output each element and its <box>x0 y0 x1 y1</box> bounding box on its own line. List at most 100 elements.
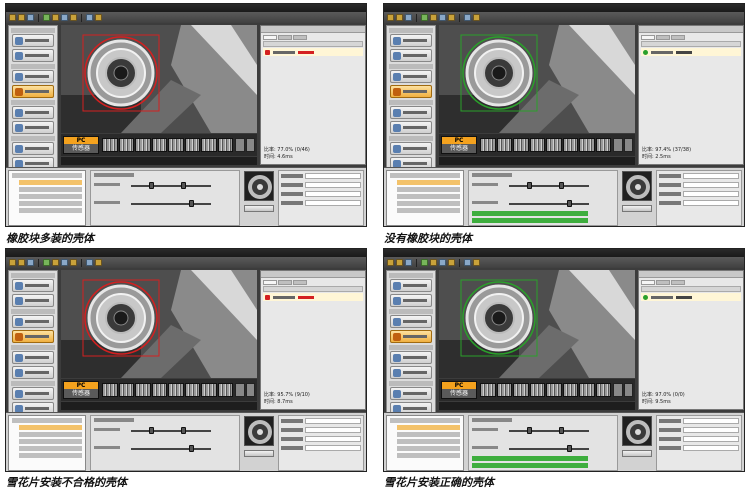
slider-knob[interactable] <box>189 445 194 452</box>
sidebar-item-image-setup[interactable] <box>390 49 432 62</box>
prev-button[interactable] <box>613 383 623 397</box>
zoom-icon[interactable] <box>61 14 68 21</box>
thumbnail[interactable] <box>546 138 562 152</box>
tree-item[interactable] <box>19 425 82 430</box>
tree-item[interactable] <box>397 446 460 451</box>
save-icon[interactable] <box>18 259 25 266</box>
result-row[interactable] <box>263 48 363 56</box>
tab-tools[interactable] <box>656 35 670 40</box>
property-input[interactable] <box>683 173 739 179</box>
thumbnail[interactable] <box>546 383 562 397</box>
property-input[interactable] <box>305 200 361 206</box>
tree-item[interactable] <box>397 432 460 437</box>
tab-tools[interactable] <box>278 280 292 285</box>
property-input[interactable] <box>683 191 739 197</box>
sidebar-item-inspect[interactable] <box>390 330 432 343</box>
tree-item[interactable] <box>19 208 82 213</box>
slider-knob[interactable] <box>567 445 572 452</box>
tab-tools[interactable] <box>278 35 292 40</box>
image-icon[interactable] <box>70 259 77 266</box>
image-icon[interactable] <box>448 14 455 21</box>
tab-results[interactable] <box>263 280 277 285</box>
tree-item[interactable] <box>397 194 460 199</box>
thumbnail[interactable] <box>496 138 512 152</box>
thumbnail[interactable] <box>579 138 595 152</box>
sidebar-item-io[interactable] <box>390 106 432 119</box>
run-icon[interactable] <box>421 259 428 266</box>
result-row[interactable] <box>641 48 741 56</box>
grid-icon[interactable] <box>86 14 93 21</box>
tree-item[interactable] <box>19 432 82 437</box>
thumbnail[interactable] <box>102 383 118 397</box>
tree-item[interactable] <box>12 173 82 178</box>
thumbnail[interactable] <box>118 383 134 397</box>
slider-knob[interactable] <box>527 427 532 434</box>
settings-icon[interactable] <box>27 259 34 266</box>
thumbnail[interactable] <box>496 383 512 397</box>
thumbnail[interactable] <box>217 383 233 397</box>
tree-item[interactable] <box>19 439 82 444</box>
settings-icon[interactable] <box>405 259 412 266</box>
thumbnail[interactable] <box>217 138 233 152</box>
thumbnail[interactable] <box>513 138 529 152</box>
tolerance-slider[interactable] <box>131 445 211 452</box>
sidebar-item-communication[interactable] <box>12 366 54 379</box>
tolerance-slider[interactable] <box>509 200 589 207</box>
open-icon[interactable] <box>9 14 16 21</box>
slider-knob[interactable] <box>527 182 532 189</box>
open-icon[interactable] <box>387 259 394 266</box>
tree-item[interactable] <box>390 173 460 178</box>
image-icon[interactable] <box>70 14 77 21</box>
property-input[interactable] <box>683 418 739 424</box>
property-input[interactable] <box>305 191 361 197</box>
sidebar-item-io[interactable] <box>12 351 54 364</box>
thumbnail[interactable] <box>151 138 167 152</box>
open-icon[interactable] <box>387 14 394 21</box>
sidebar-item-save-job[interactable] <box>12 142 54 155</box>
prev-button[interactable] <box>235 138 245 152</box>
sidebar-item-image-setup[interactable] <box>12 49 54 62</box>
thumbnail[interactable] <box>201 138 217 152</box>
property-input[interactable] <box>683 436 739 442</box>
thumbnail[interactable] <box>579 383 595 397</box>
sidebar-item-communication[interactable] <box>390 121 432 134</box>
sidebar-item-connect[interactable] <box>390 34 432 47</box>
sidebar-item-image-setup[interactable] <box>390 294 432 307</box>
zoom-icon[interactable] <box>61 259 68 266</box>
sidebar-item-save-job[interactable] <box>12 387 54 400</box>
property-input[interactable] <box>305 445 361 451</box>
zoom-icon[interactable] <box>439 14 446 21</box>
tree-item[interactable] <box>397 439 460 444</box>
thumbnail[interactable] <box>529 138 545 152</box>
run-icon[interactable] <box>43 14 50 21</box>
settings-icon[interactable] <box>405 14 412 21</box>
tree-item[interactable] <box>19 446 82 451</box>
property-input[interactable] <box>683 445 739 451</box>
camera-image-view[interactable] <box>439 270 635 378</box>
train-model-button[interactable] <box>244 450 274 457</box>
thumbnail[interactable] <box>595 383 611 397</box>
prev-button[interactable] <box>613 138 623 152</box>
thumbnail[interactable] <box>513 383 529 397</box>
tool-icon[interactable] <box>473 259 480 266</box>
tree-item[interactable] <box>19 453 82 458</box>
tool-icon[interactable] <box>473 14 480 21</box>
tree-item[interactable] <box>397 208 460 213</box>
image-icon[interactable] <box>448 259 455 266</box>
tree-item[interactable] <box>390 418 460 423</box>
save-icon[interactable] <box>396 14 403 21</box>
sidebar-item-locate[interactable] <box>390 70 432 83</box>
property-input[interactable] <box>683 427 739 433</box>
thumbnail[interactable] <box>480 383 496 397</box>
thumbnail[interactable] <box>168 138 184 152</box>
slider-knob[interactable] <box>149 427 154 434</box>
sidebar-item-locate[interactable] <box>390 315 432 328</box>
slider-knob[interactable] <box>559 182 564 189</box>
camera-icon[interactable] <box>52 14 59 21</box>
property-input[interactable] <box>305 436 361 442</box>
tree-item[interactable] <box>19 194 82 199</box>
property-input[interactable] <box>305 427 361 433</box>
slider-knob[interactable] <box>149 182 154 189</box>
threshold-slider[interactable] <box>131 182 211 189</box>
tolerance-slider[interactable] <box>509 445 589 452</box>
